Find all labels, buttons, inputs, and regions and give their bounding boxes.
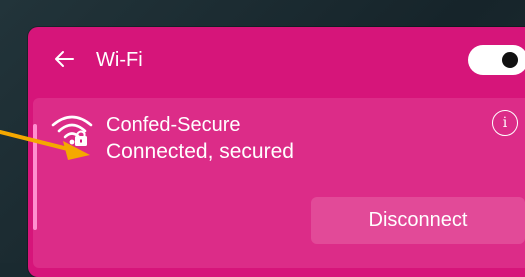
disconnect-button[interactable]: Disconnect [311, 197, 525, 244]
toggle-knob [502, 52, 518, 68]
wifi-toggle[interactable] [468, 45, 525, 75]
network-name: Confed-Secure [106, 114, 241, 136]
info-icon: i [502, 115, 508, 131]
back-arrow-icon [55, 51, 74, 67]
annotation-arrow [0, 130, 90, 160]
info-button[interactable]: i [492, 110, 518, 136]
page-title: Wi-Fi [96, 49, 143, 71]
network-status: Connected, secured [106, 140, 294, 163]
back-button[interactable] [50, 45, 78, 73]
